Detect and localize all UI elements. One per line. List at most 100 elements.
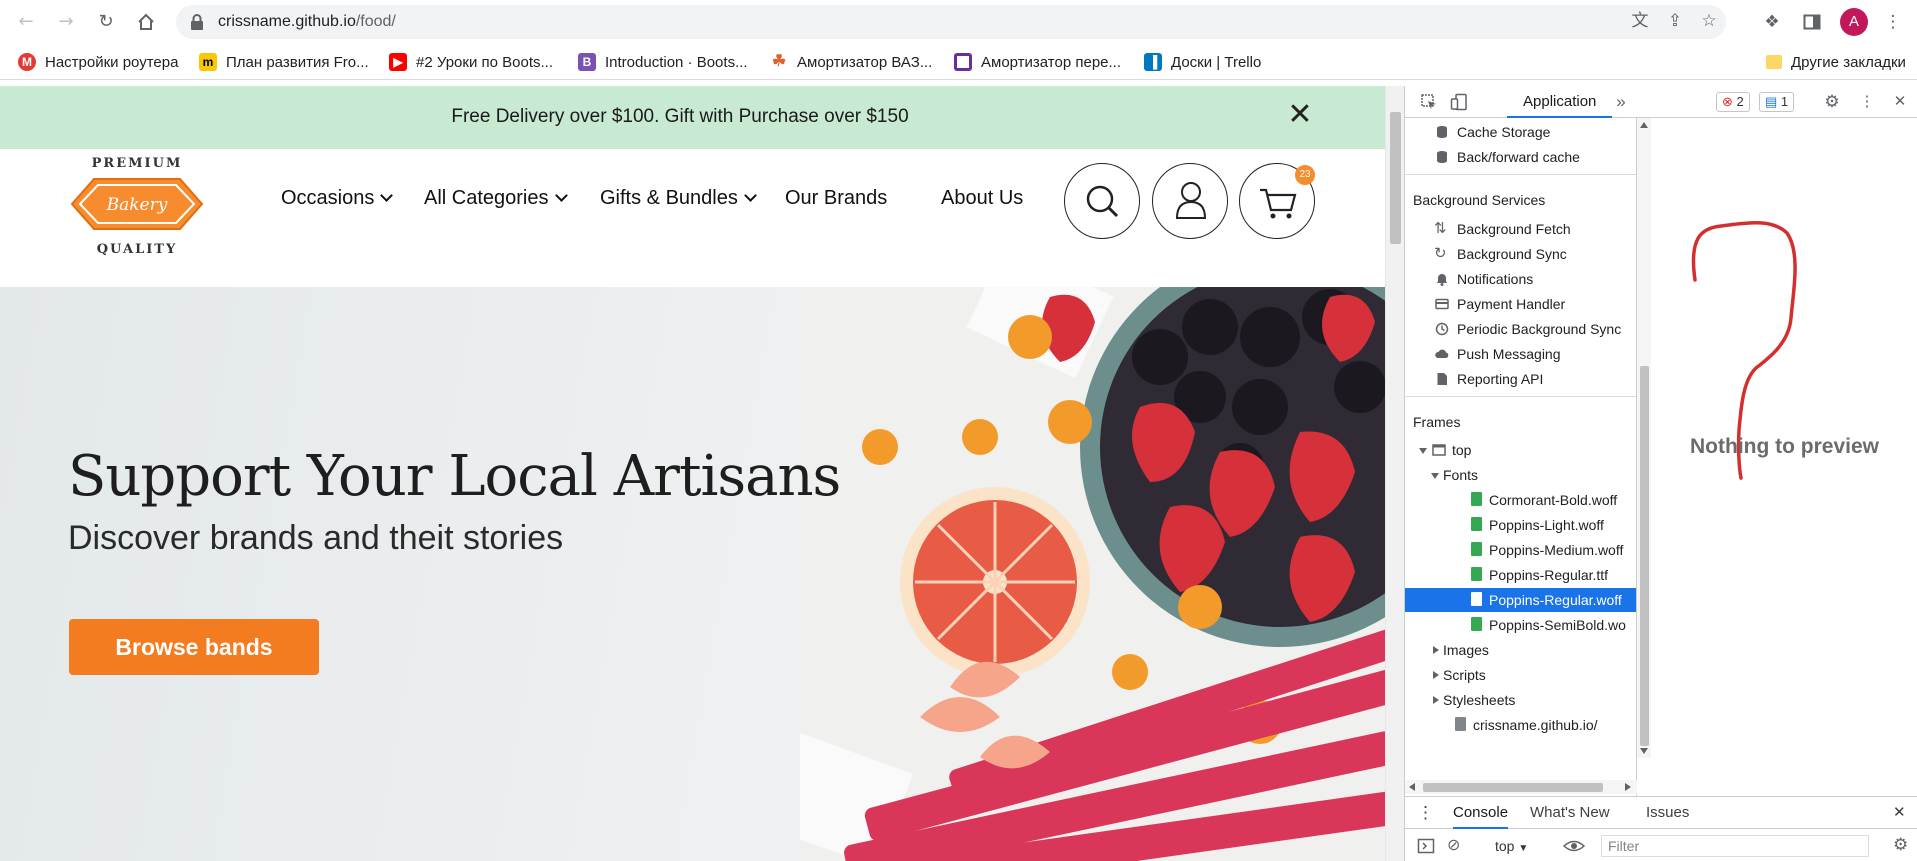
- application-sidebar: Cache Storage Back/forward cache Backgro…: [1405, 118, 1637, 796]
- menu-gifts-bundles[interactable]: Gifts & Bundles: [600, 187, 757, 210]
- eye-icon[interactable]: [1562, 837, 1586, 855]
- clock-icon: [1435, 322, 1449, 336]
- account-button[interactable]: [1152, 163, 1228, 239]
- tree-item-stylesheets[interactable]: Stylesheets: [1405, 688, 1636, 712]
- bakery-logo[interactable]: PREMIUM Bakery QUALITY: [66, 149, 208, 273]
- tree-item-font-file[interactable]: Poppins-SemiBold.wo: [1405, 613, 1636, 637]
- bookmark-item[interactable]: ▶ #2 Уроки по Boots...: [389, 52, 553, 72]
- context-selector[interactable]: top ▼: [1495, 835, 1528, 860]
- reload-icon[interactable]: ↻: [94, 10, 118, 34]
- sidebar-horizontal-scrollbar[interactable]: [1405, 780, 1637, 794]
- bookmark-item[interactable]: B Introduction · Boots...: [578, 52, 748, 72]
- gear-icon[interactable]: ⚙: [1893, 835, 1908, 855]
- error-icon: ⊗: [1722, 94, 1733, 109]
- more-tabs-icon[interactable]: »: [1611, 92, 1631, 112]
- scrollbar-thumb[interactable]: [1423, 783, 1603, 792]
- promo-text: Free Delivery over $100. Gift with Purch…: [451, 106, 909, 127]
- bookmark-star-icon[interactable]: ☆: [1698, 10, 1720, 32]
- page-scrollbar[interactable]: [1385, 86, 1404, 861]
- paw-favicon-icon: ☘: [771, 53, 787, 70]
- close-icon[interactable]: ✕: [1890, 92, 1910, 112]
- inspect-element-icon[interactable]: [1419, 92, 1439, 112]
- browse-brands-button[interactable]: Browse bands: [69, 619, 319, 675]
- extensions-icon[interactable]: ❖: [1761, 11, 1783, 33]
- forward-arrow-icon[interactable]: →: [54, 10, 78, 34]
- menu-occasions[interactable]: Occasions: [281, 187, 394, 210]
- bookmark-item[interactable]: Амортизатор пере...: [954, 52, 1121, 72]
- clear-console-icon[interactable]: ⊘: [1447, 837, 1465, 855]
- share-icon[interactable]: ⇪: [1664, 10, 1686, 32]
- menu-our-brands[interactable]: Our Brands: [785, 187, 887, 210]
- close-icon[interactable]: ✕: [1893, 797, 1906, 829]
- hero-subtitle: Discover brands and theit stories: [68, 519, 564, 557]
- home-icon[interactable]: [134, 10, 158, 34]
- translate-icon[interactable]: 文: [1629, 10, 1651, 32]
- gear-icon[interactable]: ⚙: [1822, 92, 1842, 112]
- menu-all-categories[interactable]: All Categories: [424, 187, 568, 210]
- font-file-icon: [1471, 492, 1482, 506]
- svg-text:QUALITY: QUALITY: [97, 242, 178, 257]
- device-toolbar-icon[interactable]: [1449, 92, 1469, 112]
- tree-item-frame-top[interactable]: top: [1405, 438, 1636, 462]
- scroll-down-arrow-icon[interactable]: [1640, 748, 1648, 754]
- tree-item-reporting-api[interactable]: Reporting API: [1405, 367, 1636, 391]
- bookmarks-bar: M Настройки роутера m План развития Fro...…: [0, 44, 1917, 80]
- bookmark-item[interactable]: m План развития Fro...: [199, 52, 369, 72]
- search-button[interactable]: [1064, 163, 1140, 239]
- tree-item-background-fetch[interactable]: ⇅ Background Fetch: [1405, 217, 1636, 241]
- bookmark-item[interactable]: M Настройки роутера: [18, 52, 178, 72]
- errors-badge[interactable]: ⊗ 2: [1716, 92, 1750, 112]
- tree-item-payment-handler[interactable]: Payment Handler: [1405, 292, 1636, 316]
- tree-item-font-file-selected[interactable]: Poppins-Regular.woff: [1405, 588, 1636, 612]
- side-panel-icon[interactable]: [1801, 11, 1823, 33]
- scroll-right-arrow-icon[interactable]: [1625, 783, 1631, 791]
- tree-item-document[interactable]: crissname.github.io/: [1405, 713, 1636, 737]
- tree-item-images[interactable]: Images: [1405, 638, 1636, 662]
- bell-icon: [1437, 274, 1447, 286]
- tree-item-bfcache[interactable]: Back/forward cache: [1405, 145, 1636, 169]
- tree-item-push-messaging[interactable]: Push Messaging: [1405, 342, 1636, 366]
- font-file-icon: [1471, 517, 1482, 531]
- kebab-menu-icon[interactable]: ⋮: [1857, 92, 1877, 112]
- tree-item-font-file[interactable]: Poppins-Regular.ttf: [1405, 563, 1636, 587]
- scrollbar-thumb[interactable]: [1640, 366, 1649, 746]
- tree-item-scripts[interactable]: Scripts: [1405, 663, 1636, 687]
- tree-item-periodic-sync[interactable]: Periodic Background Sync: [1405, 317, 1636, 341]
- sync-icon: ↻: [1434, 245, 1447, 262]
- close-icon[interactable]: ✕: [1285, 100, 1315, 130]
- tab-console[interactable]: Console: [1453, 797, 1509, 829]
- credit-card-icon: [1435, 298, 1449, 310]
- scroll-up-arrow-icon[interactable]: [1640, 122, 1648, 128]
- address-bar[interactable]: crissname.github.io/food/ 文 ⇪ ☆: [176, 5, 1726, 39]
- kebab-menu-icon[interactable]: ⋮: [1417, 797, 1434, 829]
- profile-avatar[interactable]: A: [1840, 8, 1868, 36]
- other-bookmarks[interactable]: Другие закладки: [1766, 52, 1906, 72]
- database-icon: [1437, 151, 1447, 163]
- scroll-left-arrow-icon[interactable]: [1409, 783, 1415, 791]
- bookmark-item[interactable]: ▐ Доски | Trello: [1144, 52, 1261, 72]
- tab-issues[interactable]: Issues: [1646, 797, 1689, 829]
- tree-item-background-sync[interactable]: ↻ Background Sync: [1405, 242, 1636, 266]
- messages-badge[interactable]: ▤ 1: [1759, 92, 1795, 112]
- hero-title: Support Your Local Artisans: [68, 444, 841, 509]
- tree-item-font-file[interactable]: Poppins-Medium.woff: [1405, 538, 1636, 562]
- tree-item-font-file[interactable]: Cormorant-Bold.woff: [1405, 488, 1636, 512]
- sidebar-vertical-scrollbar[interactable]: [1637, 118, 1651, 758]
- document-icon: [1437, 373, 1447, 385]
- sidebar-toggle-icon[interactable]: [1417, 837, 1435, 855]
- tree-item-font-file[interactable]: Poppins-Light.woff: [1405, 513, 1636, 537]
- tab-application[interactable]: Application: [1507, 86, 1613, 118]
- tree-item-fonts[interactable]: Fonts: [1405, 463, 1636, 487]
- scrollbar-thumb[interactable]: [1390, 112, 1401, 244]
- tree-item-notifications[interactable]: Notifications: [1405, 267, 1636, 291]
- folder-icon: [1766, 55, 1782, 69]
- menu-about-us[interactable]: About Us: [941, 187, 1023, 210]
- back-arrow-icon[interactable]: ←: [14, 10, 38, 34]
- svg-text:PREMIUM: PREMIUM: [92, 156, 183, 171]
- tab-whats-new[interactable]: What's New: [1530, 797, 1610, 829]
- kebab-menu-icon[interactable]: ⋮: [1882, 11, 1904, 33]
- filter-input[interactable]: Filter: [1601, 835, 1869, 857]
- devtools-panel: Application » ⊗ 2 ▤ 1 ⚙ ⋮ ✕ Cache Storag…: [1404, 86, 1917, 861]
- tree-item-cache-storage[interactable]: Cache Storage: [1405, 120, 1636, 144]
- bookmark-item[interactable]: ☘ Амортизатор ВАЗ...: [770, 52, 932, 72]
